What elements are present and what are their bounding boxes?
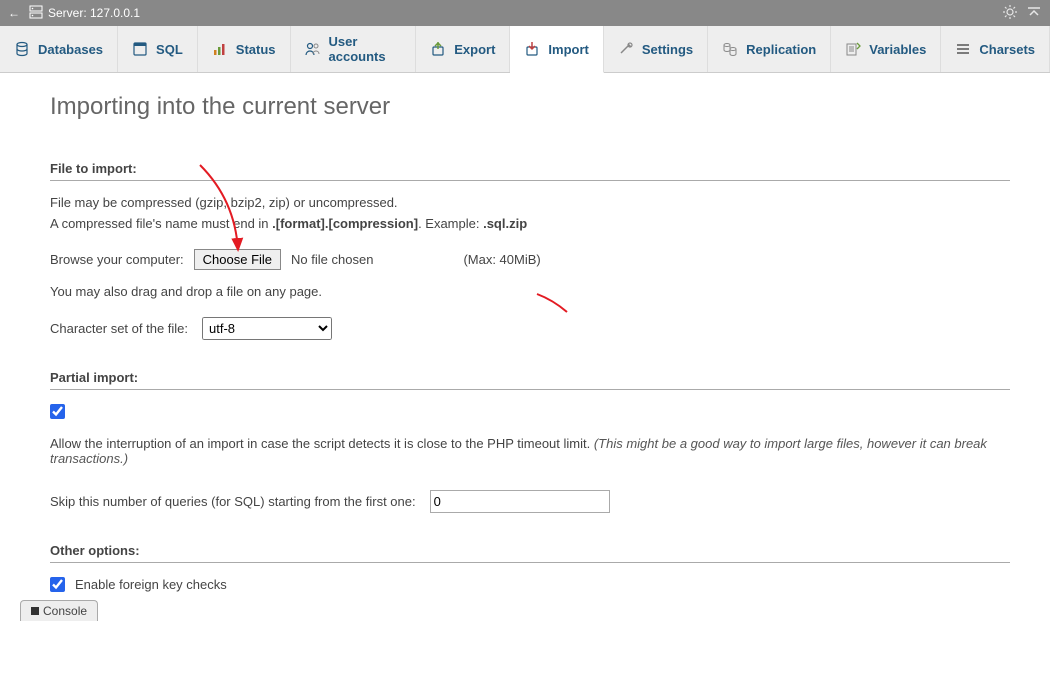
server-label: Server: 127.0.0.1 <box>48 6 994 20</box>
page-content: Importing into the current server File t… <box>0 73 1050 682</box>
tab-variables[interactable]: Variables <box>831 26 941 72</box>
other-options-title: Other options: <box>50 543 1010 563</box>
tab-export[interactable]: Export <box>416 26 510 72</box>
file-import-section: File to import: File may be compressed (… <box>50 161 1010 340</box>
console-label: Console <box>43 604 87 618</box>
skip-row: Skip this number of queries (for SQL) st… <box>50 490 1010 513</box>
tab-label-export: Export <box>454 42 495 57</box>
export-icon <box>430 41 446 57</box>
tab-status[interactable]: Status <box>198 26 291 72</box>
allow-interruption-checkbox[interactable] <box>50 404 65 419</box>
tab-label-import: Import <box>548 42 588 57</box>
partial-import-title: Partial import: <box>50 370 1010 390</box>
charset-select[interactable]: utf-8 <box>202 317 332 340</box>
skip-queries-input[interactable] <box>430 490 610 513</box>
no-file-chosen: No file chosen <box>291 252 373 267</box>
import-icon <box>524 41 540 57</box>
file-import-line2: A compressed file's name must end in .[f… <box>50 216 1010 231</box>
tab-label-databases: Databases <box>38 42 103 57</box>
server-titlebar: ← Server: 127.0.0.1 <box>0 0 1050 26</box>
max-size-label: (Max: 40MiB) <box>463 252 540 267</box>
browse-row: Browse your computer: Choose File No fil… <box>50 249 1010 270</box>
databases-icon <box>14 41 30 57</box>
tab-label-charsets: Charsets <box>979 42 1035 57</box>
choose-file-button[interactable]: Choose File <box>194 249 281 270</box>
drag-drop-hint: You may also drag and drop a file on any… <box>50 284 1010 299</box>
variables-icon <box>845 41 861 57</box>
other-options-section: Other options: Enable foreign key checks <box>50 543 1010 592</box>
tab-sql[interactable]: SQL <box>118 26 198 72</box>
skip-label: Skip this number of queries (for SQL) st… <box>50 494 416 509</box>
console-icon <box>31 607 39 615</box>
charsets-icon <box>955 41 971 57</box>
tab-label-replication: Replication <box>746 42 816 57</box>
settings-icon <box>618 41 634 57</box>
tab-settings[interactable]: Settings <box>604 26 708 72</box>
sql-icon <box>132 41 148 57</box>
partial-import-section: Partial import: Allow the interruption o… <box>50 370 1010 513</box>
status-icon <box>212 41 228 57</box>
user-accounts-icon <box>305 41 321 57</box>
partial-description: Allow the interruption of an import in c… <box>50 436 1010 466</box>
server-icon <box>28 4 44 23</box>
tab-replication[interactable]: Replication <box>708 26 831 72</box>
foreign-key-checkbox[interactable] <box>50 577 65 592</box>
main-tabs: Databases SQL Status User accounts Export Imp… <box>0 26 1050 73</box>
file-import-line1: File may be compressed (gzip, bzip2, zip… <box>50 195 1010 210</box>
page-title: Importing into the current server <box>50 93 1010 121</box>
foreign-key-label: Enable foreign key checks <box>75 577 227 592</box>
console-tab[interactable]: Console <box>20 600 98 621</box>
tab-user-accounts[interactable]: User accounts <box>291 26 417 72</box>
tab-charsets[interactable]: Charsets <box>941 26 1050 72</box>
tab-label-sql: SQL <box>156 42 183 57</box>
tab-label-settings: Settings <box>642 42 693 57</box>
replication-icon <box>722 41 738 57</box>
tab-import[interactable]: Import <box>510 26 603 73</box>
back-icon[interactable]: ← <box>8 6 20 20</box>
gear-icon[interactable] <box>1002 4 1018 23</box>
charset-label: Character set of the file: <box>50 321 188 336</box>
collapse-icon[interactable] <box>1026 4 1042 23</box>
tab-label-variables: Variables <box>869 42 926 57</box>
browse-label: Browse your computer: <box>50 252 184 267</box>
tab-label-user-accounts: User accounts <box>329 34 402 64</box>
charset-row: Character set of the file: utf-8 <box>50 317 1010 340</box>
file-import-title: File to import: <box>50 161 1010 181</box>
tab-label-status: Status <box>236 42 276 57</box>
tab-databases[interactable]: Databases <box>0 26 118 72</box>
